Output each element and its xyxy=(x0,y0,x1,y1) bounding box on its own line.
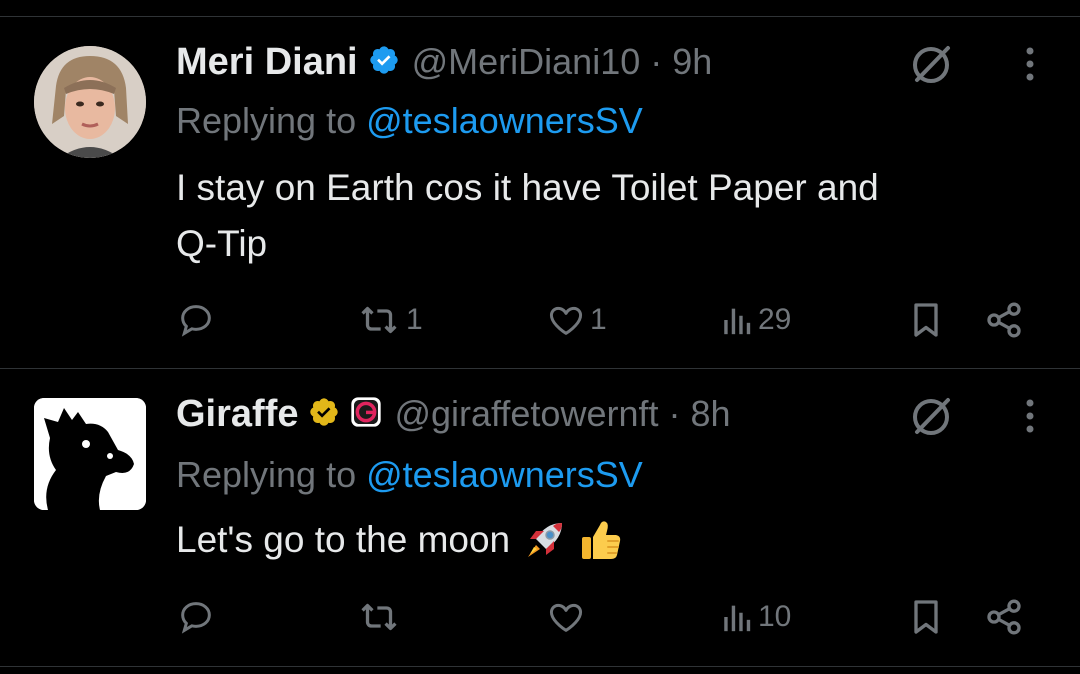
tweet-meri-diani[interactable]: Meri Diani @MeriDiani10 · 9h Replying to… xyxy=(0,38,1080,368)
reply-button[interactable] xyxy=(176,296,220,344)
tweet-text: Let's go to the moon xyxy=(176,512,624,568)
share-button[interactable] xyxy=(984,296,1024,344)
avatar[interactable] xyxy=(34,46,146,158)
affiliate-logo-icon[interactable] xyxy=(350,396,382,433)
thumbs-up-emoji-icon xyxy=(578,517,624,563)
replying-to-label: Replying to xyxy=(176,454,357,495)
reply-icon xyxy=(181,602,211,634)
replying-to: Replying to @teslaownersSV xyxy=(176,100,643,142)
views-icon xyxy=(724,605,751,632)
mention-link[interactable]: @teslaownersSV xyxy=(366,454,643,495)
rocket-emoji-icon xyxy=(522,517,568,563)
like-icon xyxy=(549,603,583,632)
timestamp[interactable]: 9h xyxy=(672,41,712,83)
tweet-divider xyxy=(0,368,1080,369)
views-icon xyxy=(724,308,751,335)
top-divider xyxy=(0,16,1080,17)
grok-icon[interactable] xyxy=(908,42,954,93)
reply-icon xyxy=(181,305,211,337)
tweet-text-line: I stay on Earth cos it have Toilet Paper… xyxy=(176,167,879,208)
separator-dot: · xyxy=(668,393,681,434)
view-count: 29 xyxy=(758,303,792,336)
retweet-button[interactable]: 1 xyxy=(356,296,423,344)
like-button[interactable]: 1 xyxy=(546,296,607,344)
avatar[interactable] xyxy=(34,398,146,510)
action-bar: 1 1 29 xyxy=(0,296,1080,344)
bookmark-icon xyxy=(914,600,938,634)
bookmark-icon xyxy=(914,303,938,337)
views-button[interactable]: 10 xyxy=(720,593,791,641)
like-icon xyxy=(549,306,583,335)
retweet-button[interactable] xyxy=(356,593,406,641)
display-name[interactable]: Meri Diani xyxy=(176,41,358,84)
bookmark-button[interactable] xyxy=(906,296,946,344)
verified-badge-icon[interactable] xyxy=(368,44,400,81)
retweet-icon xyxy=(361,603,397,631)
display-name[interactable]: Giraffe xyxy=(176,393,298,436)
share-button[interactable] xyxy=(984,593,1024,641)
timestamp[interactable]: 8h xyxy=(691,393,731,435)
more-icon[interactable] xyxy=(1024,46,1036,87)
bottom-divider xyxy=(0,666,1080,667)
replying-to: Replying to @teslaownersSV xyxy=(176,454,643,496)
tweet-text-line: Q-Tip xyxy=(176,223,268,264)
view-count: 10 xyxy=(758,600,792,633)
like-count: 1 xyxy=(590,303,607,336)
user-handle[interactable]: @giraffetowernft xyxy=(394,393,658,435)
grok-icon[interactable] xyxy=(908,394,954,445)
views-button[interactable]: 29 xyxy=(720,296,791,344)
tweet-text-line: Let's go to the moon xyxy=(176,519,511,560)
reply-button[interactable] xyxy=(176,593,220,641)
tweet-text: I stay on Earth cos it have Toilet Paper… xyxy=(176,160,879,272)
share-icon xyxy=(987,599,1021,635)
replying-to-label: Replying to xyxy=(176,100,357,141)
action-bar: 10 xyxy=(0,593,1080,641)
separator-dot: · xyxy=(650,41,663,82)
like-button[interactable] xyxy=(546,593,590,641)
share-icon xyxy=(987,302,1021,338)
verified-gold-badge-icon[interactable] xyxy=(308,396,340,433)
more-icon[interactable] xyxy=(1024,398,1036,439)
retweet-icon xyxy=(361,306,397,334)
mention-link[interactable]: @teslaownersSV xyxy=(366,100,643,141)
bookmark-button[interactable] xyxy=(906,593,946,641)
user-handle[interactable]: @MeriDiani10 xyxy=(412,41,641,83)
tweet-giraffe[interactable]: Giraffe @giraffetowernft · 8h Replying t… xyxy=(0,390,1080,670)
retweet-count: 1 xyxy=(406,303,423,336)
